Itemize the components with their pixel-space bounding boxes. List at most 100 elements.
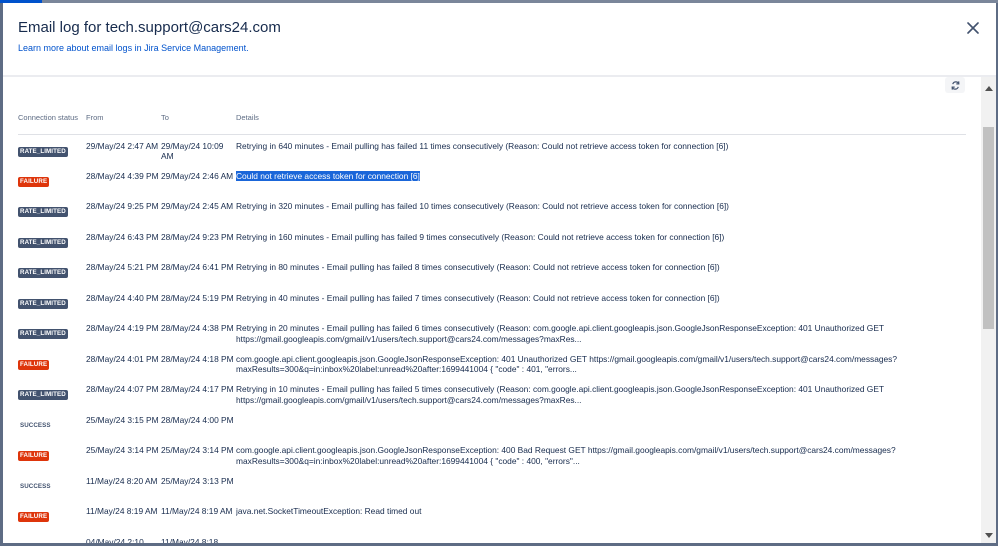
table-row: RATE_LIMITED 28/May/24 9:25 PM 29/May/24 2… xyxy=(18,195,966,226)
table-row: RATE_LIMITED 28/May/24 6:43 PM 28/May/24 9… xyxy=(18,226,966,257)
status-cell: FAILURE xyxy=(18,348,86,379)
status-badge: SUCCESS xyxy=(20,421,51,429)
to-cell: 25/May/24 3:13 PM xyxy=(161,475,234,486)
status-badge: RATE_LIMITED xyxy=(18,298,68,309)
status-badge: RATE_LIMITED xyxy=(18,237,68,248)
scrollbar-thumb[interactable] xyxy=(983,127,994,329)
status-badge: SUCCESS xyxy=(20,482,51,490)
table-row: RATE_LIMITED 29/May/24 2:47 AM 29/May/24 1… xyxy=(18,134,966,165)
to-cell: 29/May/24 2:45 AM xyxy=(161,201,234,211)
from-cell: 28/May/24 4:01 PM xyxy=(86,353,159,364)
from-cell: 28/May/24 6:43 PM xyxy=(86,231,159,242)
refresh-icon xyxy=(951,80,959,90)
to-cell: 28/May/24 4:17 PM xyxy=(161,384,234,394)
details-cell xyxy=(236,470,966,501)
to-cell: 11/May/24 8:19 AM xyxy=(161,506,233,516)
details-cell: com.google.api.client.googleapis.json.Go… xyxy=(236,445,896,466)
from-cell: 28/May/24 5:21 PM xyxy=(86,262,159,272)
table-header-row: Connection status From To Details xyxy=(18,110,966,135)
to-cell: 28/May/24 4:18 PM xyxy=(161,353,234,364)
details-cell: Retrying in 80 minutes - Email pulling h… xyxy=(236,262,720,272)
status-cell: FAILURE xyxy=(18,500,86,531)
status-cell xyxy=(18,531,86,544)
details-cell: java.net.SocketTimeoutException: Read ti… xyxy=(236,506,422,516)
details-cell: Retrying in 10 minutes - Email pulling h… xyxy=(236,384,884,405)
from-cell: 28/May/24 4:40 PM xyxy=(86,292,159,303)
details-cell xyxy=(236,409,966,440)
details-cell xyxy=(236,531,966,544)
to-cell: 29/May/24 10:09 AM xyxy=(161,140,224,162)
from-cell: 25/May/24 3:14 PM xyxy=(86,445,159,455)
refresh-button[interactable] xyxy=(945,77,965,93)
table-row: SUCCESS 11/May/24 8:20 AM 25/May/24 3:13 P… xyxy=(18,470,966,501)
from-cell: 28/May/24 4:07 PM xyxy=(86,384,159,394)
vertical-scrollbar[interactable] xyxy=(981,77,996,543)
status-badge: RATE_LIMITED xyxy=(18,146,68,157)
status-badge: FAILURE xyxy=(18,451,50,461)
to-cell: 28/May/24 6:41 PM xyxy=(161,262,234,272)
close-button[interactable] xyxy=(964,19,982,37)
table-row: RATE_LIMITED 28/May/24 4:07 PM 28/May/24 4… xyxy=(18,378,966,409)
status-cell: SUCCESS xyxy=(18,409,86,440)
email-log-table: Connection status From To Details RATE_L… xyxy=(18,110,966,543)
to-cell: 11/May/24 8:18 xyxy=(161,536,219,544)
from-cell: 11/May/24 8:20 AM xyxy=(86,475,158,486)
scroll-down-button[interactable] xyxy=(981,528,996,543)
to-cell: 28/May/24 4:38 PM xyxy=(161,323,234,333)
email-log-body: RATE_LIMITED 29/May/24 2:47 AM 29/May/24 1… xyxy=(18,134,966,543)
details-cell: Could not retrieve access token for conn… xyxy=(236,165,966,196)
email-log-modal: Email log for tech.support@cars24.com Le… xyxy=(3,3,996,543)
details-cell: com.google.api.client.googleapis.json.Go… xyxy=(236,353,898,375)
selected-details-text: Could not retrieve access token for conn… xyxy=(236,170,420,181)
status-cell: RATE_LIMITED xyxy=(18,317,86,348)
table-row: RATE_LIMITED 28/May/24 4:19 PM 28/May/24 4… xyxy=(18,317,966,348)
status-badge: RATE_LIMITED xyxy=(18,390,68,400)
status-badge: FAILURE xyxy=(18,176,50,187)
from-cell: 28/May/24 9:25 PM xyxy=(86,201,159,211)
header-to: To xyxy=(161,110,236,135)
header-connection-status: Connection status xyxy=(18,110,86,135)
details-cell: Retrying in 40 minutes - Email pulling h… xyxy=(236,292,720,303)
from-cell: 04/May/24 2:10 xyxy=(86,536,144,544)
status-badge: RATE_LIMITED xyxy=(18,329,68,339)
table-row: FAILURE 28/May/24 4:01 PM 28/May/24 4:18 P… xyxy=(18,348,966,379)
to-cell: 28/May/24 5:19 PM xyxy=(161,292,234,303)
status-badge: RATE_LIMITED xyxy=(18,268,68,278)
status-badge: FAILURE xyxy=(18,512,50,522)
details-cell: Retrying in 20 minutes - Email pulling h… xyxy=(236,323,884,344)
details-cell: Retrying in 640 minutes - Email pulling … xyxy=(236,140,729,151)
table-row: FAILURE 25/May/24 3:14 PM 25/May/24 3:14 P… xyxy=(18,439,966,470)
status-cell: FAILURE xyxy=(18,439,86,470)
to-cell: 29/May/24 2:46 AM xyxy=(161,170,234,181)
to-cell: 28/May/24 9:23 PM xyxy=(161,231,234,242)
from-cell: 11/May/24 8:19 AM xyxy=(86,506,158,516)
table-row: RATE_LIMITED 28/May/24 4:40 PM 28/May/24 5… xyxy=(18,287,966,318)
to-cell: 25/May/24 3:14 PM xyxy=(161,445,234,455)
status-badge: FAILURE xyxy=(18,359,50,370)
status-cell: RATE_LIMITED xyxy=(18,195,86,226)
to-cell: 28/May/24 4:00 PM xyxy=(161,414,234,425)
from-cell: 28/May/24 4:19 PM xyxy=(86,323,159,333)
table-row: 04/May/24 2:10 11/May/24 8:18 xyxy=(18,531,966,544)
details-cell: Retrying in 320 minutes - Email pulling … xyxy=(236,201,729,211)
from-cell: 29/May/24 2:47 AM xyxy=(86,140,159,151)
table-row: SUCCESS 25/May/24 3:15 PM 28/May/24 4:00 P… xyxy=(18,409,966,440)
table-row: RATE_LIMITED 28/May/24 5:21 PM 28/May/24 6… xyxy=(18,256,966,287)
table-row: FAILURE 28/May/24 4:39 PM 29/May/24 2:46 A… xyxy=(18,165,966,196)
status-cell: FAILURE xyxy=(18,165,86,196)
log-scroll-area[interactable]: Connection status From To Details RATE_L… xyxy=(3,77,996,543)
status-cell: RATE_LIMITED xyxy=(18,256,86,287)
learn-more-link[interactable]: Learn more about email logs in Jira Serv… xyxy=(18,43,249,53)
status-cell: RATE_LIMITED xyxy=(18,134,86,165)
status-badge: RATE_LIMITED xyxy=(18,207,68,217)
details-cell: Retrying in 160 minutes - Email pulling … xyxy=(236,231,725,242)
close-icon xyxy=(967,22,979,34)
scroll-up-button[interactable] xyxy=(981,80,996,95)
status-cell: RATE_LIMITED xyxy=(18,287,86,318)
from-cell: 25/May/24 3:15 PM xyxy=(86,414,159,425)
from-cell: 28/May/24 4:39 PM xyxy=(86,170,159,181)
status-badge xyxy=(18,543,22,544)
table-row: FAILURE 11/May/24 8:19 AM 11/May/24 8:19 A… xyxy=(18,500,966,531)
modal-title: Email log for tech.support@cars24.com xyxy=(18,19,281,36)
scroll-down-arrow-icon xyxy=(984,532,993,538)
